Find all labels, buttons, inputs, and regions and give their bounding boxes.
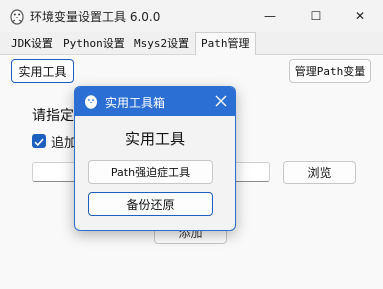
- tab-python-settings[interactable]: Python设置: [58, 34, 130, 53]
- tab-path-management[interactable]: Path管理: [195, 32, 256, 56]
- toolbox-dialog: 实用工具箱 实用工具 Path强迫症工具 备份还原: [74, 86, 236, 231]
- app-window: 环境变量设置工具 6.0.0 — ☐ ✕ JDK设置 Python设置 Msys…: [0, 0, 383, 289]
- close-icon: ✕: [354, 9, 366, 23]
- penguin-icon: [10, 9, 24, 25]
- tab-jdk-settings[interactable]: JDK设置: [6, 34, 58, 53]
- penguin-icon: [85, 95, 97, 109]
- window-title: 环境变量设置工具 6.0.0: [30, 10, 161, 24]
- maximize-icon: ☐: [310, 9, 322, 23]
- minimize-button[interactable]: —: [247, 0, 293, 32]
- dialog-heading: 实用工具: [124, 130, 185, 148]
- checkmark-icon: [34, 138, 44, 147]
- title-bar: 环境变量设置工具 6.0.0 — ☐ ✕: [0, 0, 383, 32]
- close-icon[interactable]: [213, 93, 229, 109]
- maximize-button[interactable]: ☐: [293, 0, 339, 32]
- minimize-icon: —: [264, 9, 276, 23]
- close-button[interactable]: ✕: [337, 0, 383, 32]
- browse-button[interactable]: 浏览: [283, 161, 356, 184]
- dialog-title-bar: 实用工具箱: [75, 87, 235, 116]
- specify-label: 请指定: [32, 108, 74, 124]
- tools-button[interactable]: 实用工具: [11, 59, 74, 83]
- path-ocd-tool-button[interactable]: Path强迫症工具: [88, 160, 213, 184]
- backup-restore-button[interactable]: 备份还原: [88, 192, 213, 216]
- append-checkbox[interactable]: [32, 134, 46, 148]
- tab-msys2-settings[interactable]: Msys2设置: [129, 34, 194, 53]
- manage-path-button[interactable]: 管理Path变量: [289, 59, 371, 83]
- tab-bar: JDK设置 Python设置 Msys2设置 Path管理: [0, 32, 383, 56]
- dialog-title: 实用工具箱: [105, 96, 166, 110]
